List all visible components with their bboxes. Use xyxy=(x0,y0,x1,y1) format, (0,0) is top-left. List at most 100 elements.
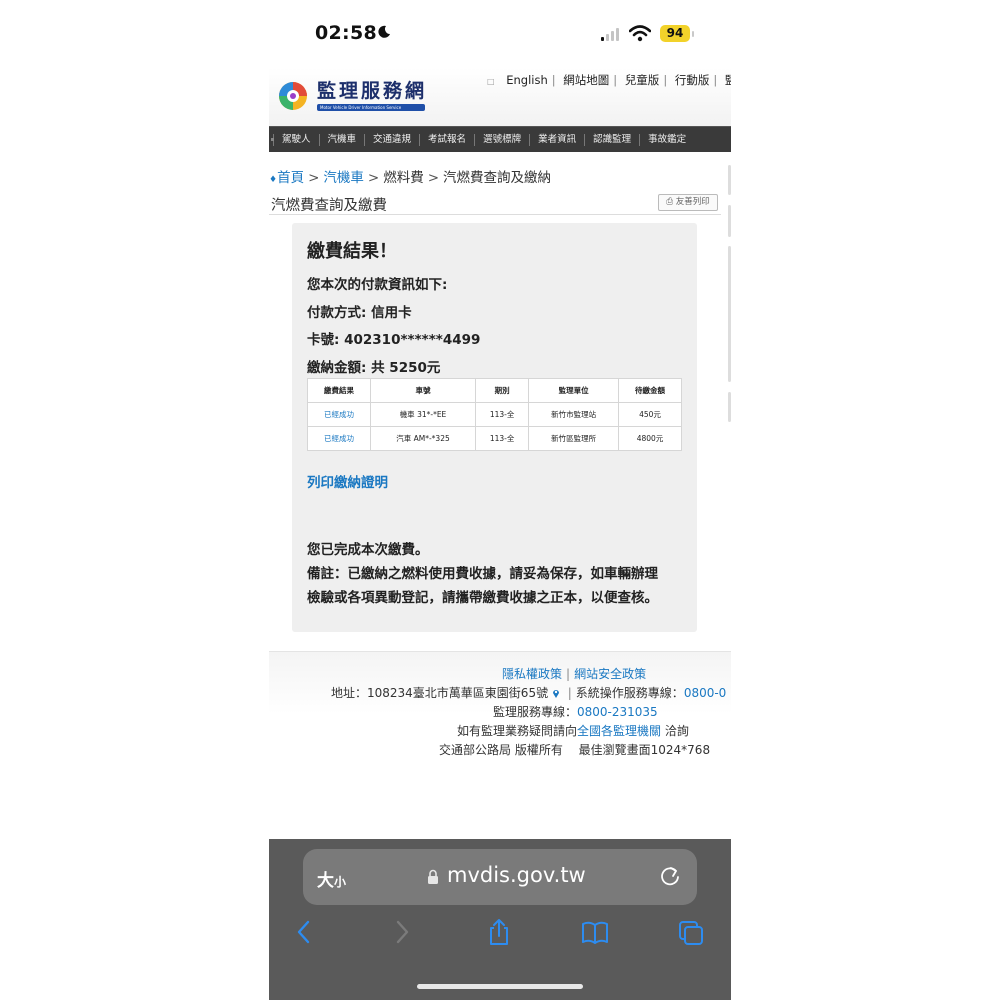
battery-indicator: 94 xyxy=(660,25,694,42)
period: 113-全 xyxy=(475,402,530,427)
forward-icon[interactable] xyxy=(387,917,415,947)
address-bar[interactable]: 大小 mvdis.gov.tw xyxy=(303,849,697,905)
moon-icon xyxy=(378,25,390,38)
column-header: 車號 xyxy=(369,378,477,403)
wifi-icon xyxy=(629,25,651,42)
remark-line-2: 檢驗或各項異動登記，請攜帶繳費收據之正本，以便查核。 xyxy=(307,590,658,606)
office: 新竹區監理所 xyxy=(528,426,620,451)
payment-table: 繳費結果 車號 期別 監理單位 待繳金額 已經成功 機車 31*-*EE 113… xyxy=(307,378,682,451)
table-header-row: 繳費結果 車號 期別 監理單位 待繳金額 xyxy=(307,378,682,403)
nav-item-business[interactable]: 業者資訊 xyxy=(529,133,584,146)
link-sitemap[interactable]: 網站地圖 xyxy=(563,73,609,87)
site-header: 監理服務網 Motor Vehicle Driver Information S… xyxy=(269,68,731,126)
friendly-print-button[interactable]: ⎙ 友善列印 xyxy=(658,194,718,211)
footer-offices-link[interactable]: 全國各監理機關 xyxy=(577,724,661,738)
home-icon: ♦ xyxy=(269,175,278,185)
office: 新竹市監理站 xyxy=(528,402,620,427)
side-scroll-tab xyxy=(728,165,731,195)
nav-dot-icon xyxy=(271,138,274,141)
nav-item-accident[interactable]: 事故鑑定 xyxy=(639,133,694,146)
reload-icon[interactable] xyxy=(659,865,681,887)
column-header: 期別 xyxy=(475,378,530,403)
link-mobile[interactable]: 行動版 xyxy=(675,73,710,87)
footer-service-line: 監理服務專線：0800-231035 xyxy=(493,703,658,720)
back-icon[interactable] xyxy=(291,917,319,947)
site-logo-subtitle: Motor Vehicle Driver Information Service xyxy=(320,105,402,110)
text-size-button[interactable]: 大小 xyxy=(317,866,346,891)
site-footer: 隱私權政策 | 網站安全政策 地址：108234臺北市萬華區東園街65號 | 系統操作… xyxy=(269,651,731,801)
footer-inquiry-prefix: 如有監理業務疑問請向 xyxy=(457,724,578,738)
column-header: 監理單位 xyxy=(528,378,620,403)
payment-status: 已經成功 xyxy=(307,426,371,451)
site-logo-title[interactable]: 監理服務網 xyxy=(317,76,427,103)
page-title: 汽燃費查詢及繳費 xyxy=(271,198,387,214)
nav-item-exam[interactable]: 考試報名 xyxy=(419,133,474,146)
period: 113-全 xyxy=(475,426,530,451)
top-links: □ English| 網站地圖| 兒童版| 行動版| 監理 xyxy=(487,72,731,88)
tabs-icon[interactable] xyxy=(677,917,705,947)
side-scroll-tab xyxy=(728,246,731,382)
lock-icon xyxy=(428,869,438,884)
site-logo-ribbon: Motor Vehicle Driver Information Service xyxy=(317,104,425,111)
breadcrumb-current: 汽燃費查詢及繳納 xyxy=(443,170,552,186)
completion-message: 您已完成本次繳費。 xyxy=(307,542,429,558)
security-policy-link[interactable]: 網站安全政策 xyxy=(574,667,646,681)
main-nav: 駕駛人 汽機車 交通違規 考試報名 選號標牌 業者資訊 認識監理 事故鑑定 xyxy=(269,126,731,152)
breadcrumb-home[interactable]: 首頁 xyxy=(277,170,304,186)
link-jianli[interactable]: 監理 xyxy=(725,73,731,87)
text-size-big: 大 xyxy=(317,871,334,891)
footer-inquiry-line: 如有監理業務疑問請向全國各監理機關 洽詢 xyxy=(457,722,689,739)
nav-item-violations[interactable]: 交通違規 xyxy=(364,133,419,146)
nav-item-plates[interactable]: 選號標牌 xyxy=(474,133,529,146)
site-logo-icon[interactable] xyxy=(275,78,311,114)
bookmarks-icon[interactable] xyxy=(581,917,609,947)
map-pin-icon[interactable] xyxy=(552,688,560,698)
breadcrumb: ♦首頁 > 汽機車 > 燃料費 > 汽燃費查詢及繳納 xyxy=(269,170,552,186)
top-links-bullet-icon: □ xyxy=(487,77,495,86)
url-text: mvdis.gov.tw xyxy=(447,863,586,887)
footer-copyright: 交通部公路局 版權所有 最佳瀏覽畫面1024*768 xyxy=(439,743,711,757)
payment-intro: 您本次的付款資訊如下: xyxy=(307,277,448,293)
column-header: 繳費結果 xyxy=(307,378,371,403)
print-icon: ⎙ xyxy=(666,197,676,207)
nav-item-vehicle[interactable]: 汽機車 xyxy=(318,133,365,146)
plate-number: 機車 31*-*EE xyxy=(369,402,477,427)
phone-screen: 02:58 94 監理服務網 Motor Vehicle Driver Info… xyxy=(269,0,731,1000)
privacy-policy-link[interactable]: 隱私權政策 xyxy=(502,667,562,681)
nav-item-about[interactable]: 認識監理 xyxy=(584,133,639,146)
side-scroll-tab xyxy=(728,205,731,237)
column-header: 待繳金額 xyxy=(618,378,682,403)
footer-address: 地址：108234臺北市萬華區東園街65號 xyxy=(331,686,549,700)
link-english[interactable]: English xyxy=(506,73,548,87)
remark-line-1: 備註：已繳納之燃料使用費收據，請妥為保存，如車輛辦理 xyxy=(307,566,658,582)
result-heading: 繳費結果！ xyxy=(307,241,397,262)
link-kids[interactable]: 兒童版 xyxy=(625,73,660,87)
payment-result-panel: 繳費結果！ 您本次的付款資訊如下: 付款方式: 信用卡 卡號: 402310**… xyxy=(292,223,697,632)
card-number: 卡號: 402310******4499 xyxy=(307,332,481,348)
status-bar: 02:58 94 xyxy=(269,0,731,68)
footer-service-number[interactable]: 0800-231035 xyxy=(577,705,658,719)
side-scroll-tab xyxy=(728,392,731,422)
payment-amount: 繳納金額: 共 5250元 xyxy=(307,360,441,376)
breadcrumb-vehicle[interactable]: 汽機車 xyxy=(323,170,364,186)
table-row: 已經成功 機車 31*-*EE 113-全 新竹市監理站 450元 xyxy=(307,402,682,427)
footer-hotline-label: 系統操作服務專線： xyxy=(575,686,684,700)
footer-inquiry-suffix: 洽詢 xyxy=(661,724,689,738)
payment-status: 已經成功 xyxy=(307,402,371,427)
share-icon[interactable] xyxy=(485,917,513,947)
friendly-print-label: 友善列印 xyxy=(675,197,710,207)
footer-address-line: 地址：108234臺北市萬華區東園街65號 | 系統操作服務專線：0800-0 xyxy=(331,686,727,700)
cellular-signal-icon xyxy=(601,28,619,41)
home-indicator[interactable] xyxy=(417,984,583,989)
title-divider xyxy=(269,214,721,215)
footer-hotline-number[interactable]: 0800-0 xyxy=(684,686,727,700)
text-size-small: 小 xyxy=(334,875,347,889)
payment-method: 付款方式: 信用卡 xyxy=(307,305,412,321)
print-certificate-link[interactable]: 列印繳納證明 xyxy=(307,471,388,491)
breadcrumb-fuel-fee: 燃料費 xyxy=(383,170,424,186)
nav-item-driver[interactable]: 駕駛人 xyxy=(273,133,319,146)
footer-policy-links: 隱私權政策 | 網站安全政策 xyxy=(502,667,647,681)
status-time: 02:58 xyxy=(315,22,377,44)
footer-service-label: 監理服務專線： xyxy=(493,705,578,719)
browser-toolbar: 大小 mvdis.gov.tw xyxy=(269,839,731,1000)
